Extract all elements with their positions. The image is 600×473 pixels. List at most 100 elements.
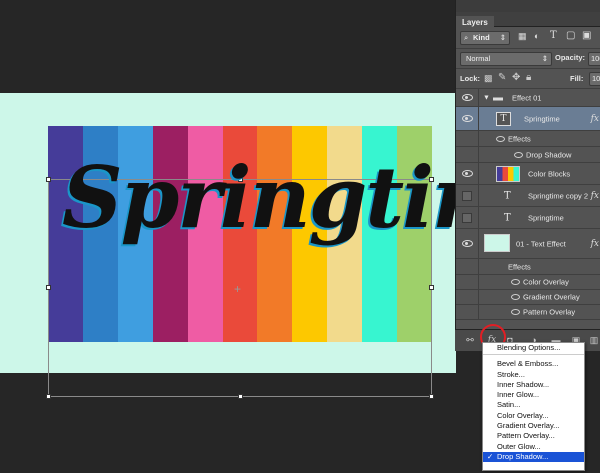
menu-item[interactable]: Inner Shadow... bbox=[483, 380, 584, 390]
layer-thumbnail bbox=[496, 166, 520, 182]
effect-row[interactable]: Drop Shadow bbox=[456, 147, 600, 163]
menu-item-label: Inner Shadow... bbox=[497, 379, 550, 389]
menu-item[interactable]: Bevel & Emboss... bbox=[483, 359, 584, 369]
menu-item[interactable]: ✓ Drop Shadow... bbox=[483, 451, 584, 463]
layer-name: Springtime bbox=[524, 114, 560, 123]
fx-icon[interactable]: fx bbox=[591, 114, 599, 124]
kind-filter-select[interactable]: ⌕ Kind ⇕ bbox=[460, 31, 510, 45]
menu-item-label: Inner Glow... bbox=[497, 390, 540, 400]
eye-icon[interactable] bbox=[511, 279, 520, 285]
lock-all-icon[interactable]: 🔒︎ bbox=[526, 72, 531, 83]
effect-name: Color Overlay bbox=[523, 277, 569, 287]
layer-row-text[interactable]: T Springtime copy 2 fx bbox=[456, 185, 600, 207]
adjustment-filter-icon[interactable]: ◐ bbox=[534, 31, 539, 41]
fill-label: Fill: bbox=[570, 74, 584, 83]
effects-header-row[interactable]: Effects bbox=[456, 131, 600, 147]
eye-icon[interactable] bbox=[496, 135, 505, 142]
lock-row: Lock: ▩ ✎ ✥ 🔒︎ Fill: 100 bbox=[456, 69, 600, 89]
layer-row-selected[interactable]: T Springtime fx bbox=[456, 107, 600, 131]
menu-item[interactable]: Gradient Overlay... bbox=[483, 421, 584, 431]
fx-icon[interactable]: fx bbox=[591, 239, 599, 249]
type-filter-icon[interactable]: T bbox=[550, 30, 557, 41]
layer-name: 01 - Text Effect bbox=[516, 239, 566, 248]
visibility-placeholder bbox=[456, 305, 479, 319]
eye-icon[interactable] bbox=[511, 294, 520, 300]
blend-mode-value: Normal bbox=[466, 54, 491, 63]
menu-item[interactable]: Blending Options... bbox=[483, 343, 584, 356]
eye-icon[interactable] bbox=[511, 309, 520, 315]
menu-item-label: Color Overlay... bbox=[497, 410, 549, 420]
layer-row-text[interactable]: T Springtime bbox=[456, 207, 600, 229]
transform-handle[interactable] bbox=[238, 394, 243, 399]
transform-handle[interactable] bbox=[46, 285, 51, 290]
visibility-placeholder bbox=[456, 259, 479, 274]
transform-handle[interactable] bbox=[46, 394, 51, 399]
effect-row[interactable]: Gradient Overlay bbox=[456, 290, 600, 305]
effects-header-row[interactable]: Effects bbox=[456, 259, 600, 275]
shape-filter-icon[interactable]: ▢ bbox=[566, 30, 575, 41]
disclosure-triangle-icon[interactable]: ▼ bbox=[483, 94, 490, 101]
lock-move-icon[interactable]: ✥ bbox=[512, 72, 520, 83]
menu-item-label: Satin... bbox=[497, 400, 521, 410]
effects-label: Effects bbox=[508, 134, 531, 143]
trash-icon[interactable]: ▥ bbox=[589, 335, 599, 345]
effect-name: Pattern Overlay bbox=[523, 307, 576, 317]
hidden-box-icon bbox=[462, 212, 472, 223]
lock-label: Lock: bbox=[460, 74, 481, 83]
updown-icon: ⇕ bbox=[499, 33, 506, 42]
smart-filter-icon[interactable]: ▣ bbox=[582, 30, 591, 41]
layer-row-color-blocks[interactable]: Color Blocks bbox=[456, 163, 600, 185]
layer-row-text-effect[interactable]: 01 - Text Effect fx bbox=[456, 229, 600, 259]
visibility-toggle[interactable] bbox=[456, 89, 479, 106]
folder-icon: ▬ bbox=[493, 92, 503, 103]
eye-icon bbox=[461, 170, 473, 177]
menu-item[interactable]: Outer Glow... bbox=[483, 442, 584, 452]
eye-icon bbox=[461, 94, 473, 101]
menu-item[interactable]: Color Overlay... bbox=[483, 411, 584, 421]
type-layer-icon: T bbox=[504, 212, 511, 223]
visibility-toggle[interactable] bbox=[456, 207, 479, 228]
visibility-toggle[interactable] bbox=[456, 107, 479, 130]
layer-row-group[interactable]: ▼ ▬ Effect 01 bbox=[456, 89, 600, 107]
blend-row: Normal ⇕ Opacity: 100 bbox=[456, 49, 600, 69]
visibility-toggle[interactable] bbox=[456, 185, 479, 206]
effect-name: Drop Shadow bbox=[526, 150, 572, 159]
fill-input[interactable]: 100 bbox=[589, 72, 600, 86]
visibility-toggle[interactable] bbox=[456, 229, 479, 258]
panel-header-strip bbox=[456, 0, 600, 12]
eye-icon[interactable] bbox=[514, 151, 523, 158]
menu-item[interactable]: Stroke... bbox=[483, 370, 584, 380]
menu-item-label: Bevel & Emboss... bbox=[497, 359, 559, 369]
lock-brush-icon[interactable]: ✎ bbox=[498, 72, 506, 83]
menu-item[interactable]: Pattern Overlay... bbox=[483, 431, 584, 441]
menu-item-label: Gradient Overlay... bbox=[497, 421, 560, 431]
menu-item-label: Stroke... bbox=[497, 369, 525, 379]
layer-style-menu: Blending Options... Bevel & Emboss... Stro… bbox=[482, 342, 585, 471]
blend-mode-select[interactable]: Normal ⇕ bbox=[460, 52, 552, 66]
transform-handle[interactable] bbox=[429, 285, 434, 290]
menu-item-label: Drop Shadow... bbox=[497, 451, 549, 461]
panel-tab-bar: Layers bbox=[456, 12, 600, 30]
menu-item-label: Pattern Overlay... bbox=[497, 431, 555, 441]
eye-icon bbox=[461, 115, 473, 122]
opacity-input[interactable]: 100 bbox=[588, 52, 600, 66]
fx-icon[interactable]: fx bbox=[591, 191, 599, 201]
menu-item[interactable]: Inner Glow... bbox=[483, 390, 584, 400]
visibility-placeholder bbox=[456, 147, 479, 162]
transform-handle[interactable] bbox=[429, 394, 434, 399]
lock-transparent-icon[interactable]: ▩ bbox=[484, 73, 493, 84]
transform-center-icon[interactable]: + bbox=[234, 282, 241, 296]
effect-row[interactable]: Color Overlay bbox=[456, 275, 600, 290]
opacity-label: Opacity: bbox=[555, 53, 586, 62]
type-layer-icon: T bbox=[504, 190, 511, 201]
visibility-placeholder bbox=[456, 290, 479, 304]
transform-handle[interactable] bbox=[46, 177, 51, 182]
effect-row[interactable]: Pattern Overlay bbox=[456, 305, 600, 320]
filter-row: ⌕ Kind ⇕ ▦ ◐ T ▢ ▣ bbox=[456, 27, 600, 49]
link-icon[interactable]: ⚯ bbox=[465, 335, 475, 345]
layers-panel: Layers ⌕ Kind ⇕ ▦ ◐ T ▢ ▣ Normal ⇕ Opaci… bbox=[455, 0, 600, 350]
visibility-toggle[interactable] bbox=[456, 163, 479, 184]
menu-item[interactable]: Satin... bbox=[483, 400, 584, 410]
menu-item-label: Blending Options... bbox=[497, 343, 561, 352]
pixel-filter-icon[interactable]: ▦ bbox=[518, 31, 527, 42]
